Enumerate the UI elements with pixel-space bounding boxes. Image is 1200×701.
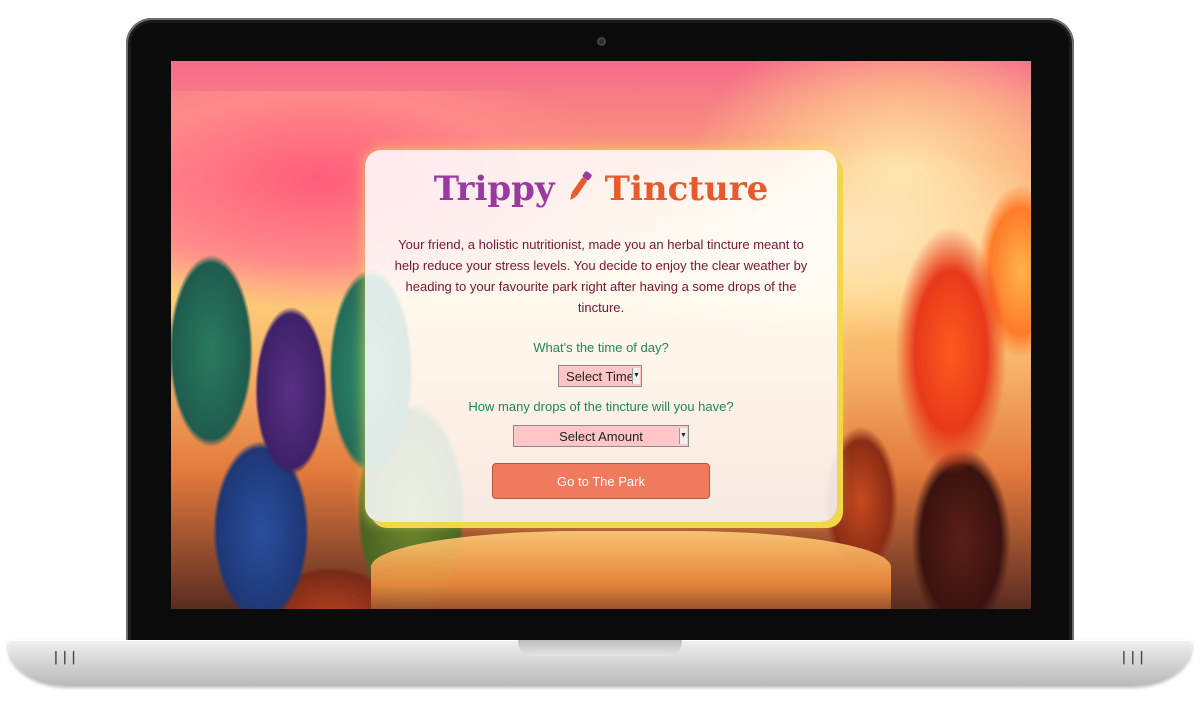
- dropdown-arrow-icon: ▼: [679, 428, 687, 444]
- laptop-hinge-notch: [518, 640, 682, 656]
- page-title: Trippy Tincture: [365, 168, 837, 213]
- title-word-trippy: Trippy: [433, 169, 555, 209]
- intro-card: Trippy Tincture Your friend, a holistic n…: [365, 150, 837, 522]
- dropdown-arrow-icon: ▼: [632, 368, 640, 384]
- background-lake: [371, 531, 891, 609]
- time-select-value: Select Time: [566, 368, 634, 384]
- drops-select[interactable]: Select Amount ▼: [513, 425, 689, 447]
- webcam-icon: [597, 37, 606, 46]
- vent-right-icon: |||: [1120, 650, 1147, 665]
- time-select[interactable]: Select Time ▼: [558, 365, 642, 387]
- title-word-tincture: Tincture: [604, 169, 769, 209]
- go-to-park-button[interactable]: Go to The Park: [492, 463, 710, 499]
- drops-question-label: How many drops of the tincture will you …: [468, 399, 734, 414]
- intro-text: Your friend, a holistic nutritionist, ma…: [394, 237, 808, 315]
- background-forest-right: [821, 121, 1031, 609]
- dropper-icon: [563, 168, 597, 213]
- drops-select-value: Select Amount: [559, 428, 643, 444]
- vent-left-icon: |||: [52, 650, 79, 665]
- time-question-label: What's the time of day?: [533, 340, 669, 355]
